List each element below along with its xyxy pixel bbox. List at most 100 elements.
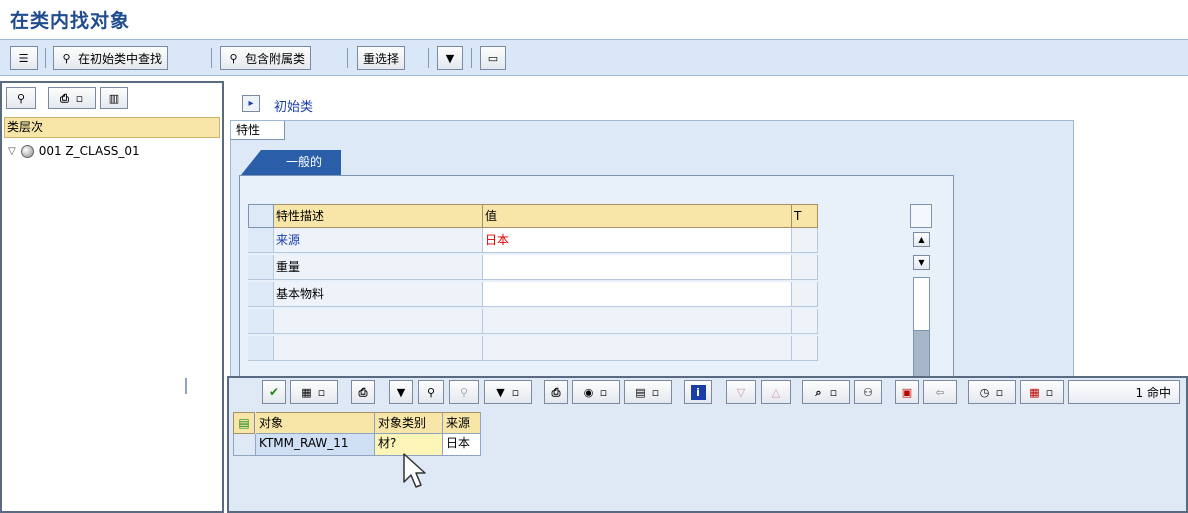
info-button[interactable]: i [684, 380, 712, 404]
include-subclasses-button[interactable]: ⚲ 包含附属类 [220, 46, 312, 70]
scrollbar-thumb[interactable] [913, 330, 930, 377]
dropdown-icon: ▫ [511, 385, 520, 399]
print-button[interactable]: ⎙ [351, 380, 375, 404]
hierarchy-icon: ☰ [18, 51, 29, 65]
find-in-initial-class-button[interactable]: ⚲ 在初始类中查找 [53, 46, 169, 70]
dropdown-icon: ▫ [75, 91, 84, 105]
splitter-handle[interactable] [185, 378, 187, 394]
scroll-down-button[interactable]: ▼ [913, 255, 930, 270]
page-title: 在类内找对象 [10, 10, 131, 32]
hierarchy-button[interactable]: ⚇ [854, 380, 882, 404]
find-in-initial-class-label: 在初始类中查找 [78, 51, 163, 66]
binoculars-icon: ⚲ [16, 91, 26, 105]
column-header-value[interactable]: 值 [483, 204, 792, 228]
find-button[interactable]: ⚲ [418, 380, 444, 404]
select-all-cell[interactable] [248, 204, 274, 228]
filter-button[interactable]: ▼ [389, 380, 413, 404]
table-row: 重量 [248, 255, 818, 280]
row-selector[interactable] [248, 309, 274, 334]
details-button[interactable]: ⌕ ▫ [802, 380, 850, 404]
tree-node-z-class-01[interactable]: ▽ 001 Z_CLASS_01 [8, 144, 140, 158]
filter-icon: ▼ [445, 51, 455, 65]
scroll-corner [910, 204, 932, 228]
table-row: 来源 日本 [248, 228, 818, 253]
arrow-left-icon: ⇦ [935, 385, 945, 399]
characteristic-description [274, 309, 483, 334]
characteristic-value-input[interactable] [483, 282, 792, 307]
clock-icon: ◷ [979, 385, 990, 399]
filter-icon: ▼ [496, 385, 505, 399]
back-button[interactable]: ⇦ [923, 380, 957, 404]
set-filter-button[interactable]: ▼ ▫ [484, 380, 532, 404]
checkmark-icon: ✔ [268, 385, 280, 399]
hierarchy-button[interactable]: ☰ [10, 46, 38, 70]
row-selector[interactable] [248, 255, 274, 280]
print-icon: ⎙ [60, 91, 69, 105]
result-source[interactable]: 日本 [443, 434, 481, 456]
result-object[interactable]: KTMM_RAW_11 [256, 434, 375, 456]
column-header-source[interactable]: 来源 [443, 412, 481, 434]
layout-settings-icon[interactable]: ▤ [233, 412, 255, 434]
reselect-button[interactable]: 重选择 [357, 46, 406, 70]
open-folder-button[interactable]: ▭ [480, 46, 506, 70]
scroll-up-button[interactable]: ▲ [913, 232, 930, 247]
row-selector[interactable] [233, 434, 256, 456]
print-button[interactable]: ⎙ ▫ [48, 87, 96, 109]
find-in-tree-button[interactable]: ⚲ [6, 87, 36, 109]
history-button[interactable]: ◷ ▫ [968, 380, 1016, 404]
column-header-object[interactable]: 对象 [256, 412, 375, 434]
layout-button[interactable]: ▦ ▫ [1020, 380, 1064, 404]
expand-button[interactable]: ▽ [726, 380, 756, 404]
check-button[interactable]: ✔ [262, 380, 286, 404]
row-selector[interactable] [248, 228, 274, 253]
dropdown-icon: ▫ [651, 385, 660, 399]
initial-class-icon[interactable]: ▸ [242, 95, 260, 112]
initial-class-link[interactable]: 初始类 [274, 96, 313, 115]
row-selector[interactable] [248, 336, 274, 361]
toolbar-separator [428, 48, 429, 68]
dropdown-icon: ▫ [317, 385, 326, 399]
arrow-up-icon: ▲ [918, 235, 925, 244]
save-button[interactable]: ▣ [895, 380, 919, 404]
export-button[interactable]: ▤ ▫ [624, 380, 672, 404]
expand-triangle-icon[interactable]: ▽ [8, 146, 16, 157]
print-icon: ⎙ [358, 385, 368, 399]
characteristic-value-input[interactable] [483, 255, 792, 280]
characteristic-value-input[interactable] [483, 336, 792, 361]
layout-button[interactable]: ▥ [100, 87, 128, 109]
characteristic-value-input[interactable] [483, 309, 792, 334]
collapse-up-icon: △ [771, 385, 781, 399]
row-selector[interactable] [248, 282, 274, 307]
print-preview-button[interactable]: ⎙ [544, 380, 568, 404]
arrow-down-icon: ▼ [918, 258, 925, 267]
magnifier-icon: ⌕ [815, 385, 822, 399]
filter-button[interactable]: ▼ [437, 46, 463, 70]
binoculars-plus-icon: ⚲ [229, 51, 238, 65]
mouse-cursor-icon [403, 453, 426, 488]
column-header-description[interactable]: 特性描述 [274, 204, 483, 228]
views-button[interactable]: ◉ ▫ [572, 380, 620, 404]
characteristic-description: 基本物料 [274, 282, 483, 307]
columns-icon: ▥ [108, 91, 120, 105]
save-icon: ▣ [901, 385, 913, 399]
filter-icon: ▼ [396, 385, 406, 399]
tab-characteristics[interactable]: 特性 [231, 121, 285, 140]
characteristic-value-input[interactable]: 日本 [483, 228, 792, 253]
t-cell [792, 228, 818, 253]
table-header-row: 特性描述 值 T [248, 204, 818, 229]
column-header-t[interactable]: T [792, 204, 818, 228]
select-all-button[interactable]: ▦ ▫ [290, 380, 338, 404]
class-node-icon [20, 144, 34, 158]
binoculars-icon: ⚲ [62, 51, 71, 65]
folder-open-icon: ▭ [487, 51, 499, 65]
toolbar-separator [471, 48, 472, 68]
binoculars-next-icon: ⚲ [459, 385, 469, 399]
toolbar-separator [347, 48, 348, 68]
tree-node-label: 001 Z_CLASS_01 [38, 144, 140, 158]
export-icon: ▤ [635, 385, 646, 399]
find-next-button[interactable]: ⚲ [449, 380, 479, 404]
collapse-button[interactable]: △ [761, 380, 791, 404]
column-header-object-category[interactable]: 对象类别 [375, 412, 443, 434]
hit-count: 1 命中 [1068, 380, 1180, 404]
table-row [248, 336, 818, 361]
